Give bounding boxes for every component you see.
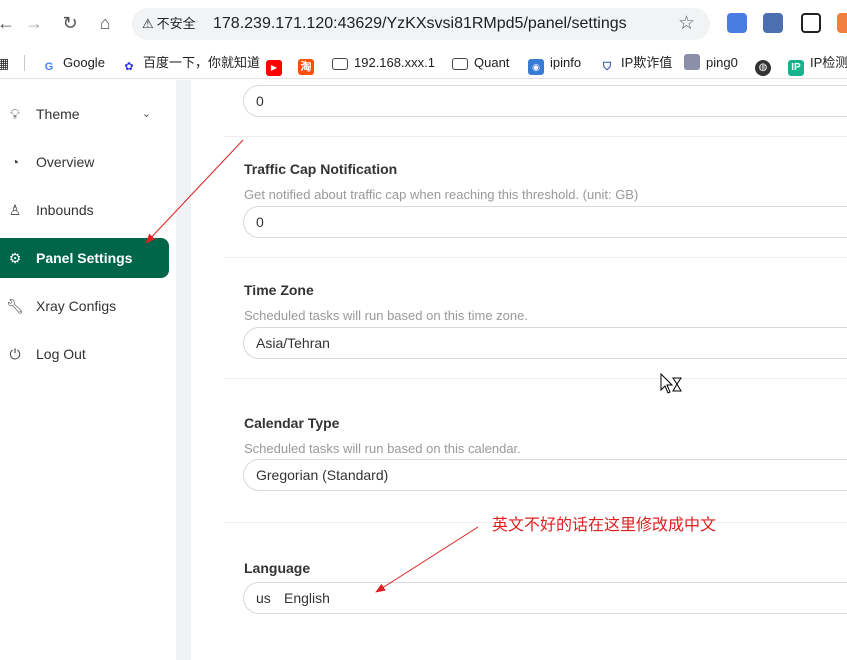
bookmark-youtube[interactable]: ▶ xyxy=(266,53,288,76)
extension-icon[interactable] xyxy=(763,13,783,33)
youtube-icon: ▶ xyxy=(266,60,282,76)
bookmark-taobao[interactable]: 淘 xyxy=(298,53,320,75)
ipinfo-icon: ◉ xyxy=(528,59,544,75)
bookmarks-bar: ▦ G Google ✿ 百度一下，你就知道 ▶ 淘 192.168.xxx.1 Q… xyxy=(0,46,847,79)
extension-icon-2[interactable] xyxy=(837,13,847,33)
language-value: English xyxy=(284,590,330,606)
warning-icon: ⚠ xyxy=(142,16,154,31)
user-icon: ♙ xyxy=(8,202,22,218)
annotation-text: 英文不好的话在这里修改成中文 xyxy=(492,515,717,534)
us-flag-label: us xyxy=(256,590,271,606)
language-select[interactable]: us English xyxy=(243,582,847,614)
bookmark-ipinfo[interactable]: ◉ ipinfo xyxy=(528,53,581,75)
bookmark-baidu[interactable]: ✿ 百度一下，你就知道 xyxy=(121,53,260,73)
address-bar[interactable]: ⚠ 不安全 178.239.171.120:43629/YzKXsvsi81RMp… xyxy=(132,8,710,40)
gear-icon: ⚙ xyxy=(8,250,22,266)
language-title: Language xyxy=(244,560,311,576)
bookmark-ip-fraud[interactable]: ⛉ IP欺诈值 xyxy=(599,53,672,73)
security-indicator[interactable]: ⚠ 不安全 xyxy=(142,14,196,34)
reload-icon[interactable]: ↻ xyxy=(58,11,82,35)
divider xyxy=(224,257,847,258)
settings-panel: 0 Traffic Cap Notification Get notified … xyxy=(191,80,847,660)
time-zone-title: Time Zone xyxy=(244,282,314,298)
divider xyxy=(224,378,847,379)
time-zone-desc: Scheduled tasks will run based on this t… xyxy=(244,308,528,323)
traffic-cap-input[interactable]: 0 xyxy=(243,206,847,238)
busy-cursor-icon xyxy=(660,373,682,394)
sidebar-item-log-out[interactable]: ⏻ Log Out xyxy=(0,334,169,374)
bookmark-google[interactable]: G Google xyxy=(41,53,105,73)
previous-setting-input[interactable]: 0 xyxy=(243,85,847,117)
apps-grid-icon[interactable]: ▦ xyxy=(0,53,9,73)
logout-icon: ⏻ xyxy=(9,346,21,362)
taobao-icon: 淘 xyxy=(298,59,314,75)
wrench-icon: 🔧︎ xyxy=(6,298,24,314)
time-zone-input[interactable]: Asia/Tehran xyxy=(243,327,847,359)
baidu-paw-icon: ✿ xyxy=(124,61,134,73)
bookmark-ip-check[interactable]: IP IP检测 xyxy=(788,53,847,76)
bookmark-globe[interactable]: ◍ xyxy=(755,53,777,76)
calendar-type-desc: Scheduled tasks will run based on this c… xyxy=(244,441,521,456)
sidebar-item-inbounds[interactable]: ♙ Inbounds xyxy=(0,190,169,230)
sidebar-item-panel-settings[interactable]: ⚙ Panel Settings xyxy=(0,238,169,278)
folder-icon xyxy=(332,58,348,70)
bulb-icon: 💡︎ xyxy=(10,106,20,122)
browser-toolbar: ← → ↻ ⌂ ⚠ 不安全 178.239.171.120:43629/YzKXs… xyxy=(0,0,847,46)
url-text[interactable]: 178.239.171.120:43629/YzKXsvsi81RMpd5/pa… xyxy=(213,13,627,35)
sidebar-item-theme[interactable]: 💡︎ Theme ⌄ xyxy=(0,94,169,134)
bookmark-separator xyxy=(24,55,25,71)
traffic-cap-title: Traffic Cap Notification xyxy=(244,161,398,177)
google-icon: G xyxy=(44,61,54,73)
home-icon[interactable]: ⌂ xyxy=(93,11,117,35)
divider xyxy=(224,136,847,137)
calendar-type-title: Calendar Type xyxy=(244,415,340,431)
forward-icon[interactable]: → xyxy=(22,11,46,35)
chevron-down-icon[interactable]: ⌄ xyxy=(142,94,151,134)
ip-check-icon: IP xyxy=(788,60,804,76)
notion-extension-icon[interactable] xyxy=(801,13,821,33)
bookmark-folder-quant[interactable]: Quant xyxy=(452,53,509,73)
bookmark-star-icon[interactable]: ☆ xyxy=(678,12,695,36)
sidebar-item-overview[interactable]: ◔ Overview xyxy=(0,142,169,182)
sidebar: 💡︎ Theme ⌄ ◔ Overview ♙ Inbounds ⚙ Panel… xyxy=(0,80,177,660)
traffic-cap-desc: Get notified about traffic cap when reac… xyxy=(244,187,639,202)
globe-icon: ◍ xyxy=(755,60,771,76)
bookmark-ping0[interactable]: ping0 xyxy=(684,53,738,73)
content-gutter xyxy=(177,80,191,660)
server-icon xyxy=(684,54,700,70)
translate-extension-icon[interactable] xyxy=(727,13,747,33)
sidebar-item-xray-configs[interactable]: 🔧︎ Xray Configs xyxy=(0,286,169,326)
shield-icon: ⛉ xyxy=(602,61,612,73)
back-icon[interactable]: ← xyxy=(0,11,18,35)
bookmark-folder-router[interactable]: 192.168.xxx.1 xyxy=(332,53,435,73)
folder-icon xyxy=(452,58,468,70)
dashboard-icon: ◔ xyxy=(10,154,20,170)
calendar-type-select[interactable]: Gregorian (Standard) xyxy=(243,459,847,491)
